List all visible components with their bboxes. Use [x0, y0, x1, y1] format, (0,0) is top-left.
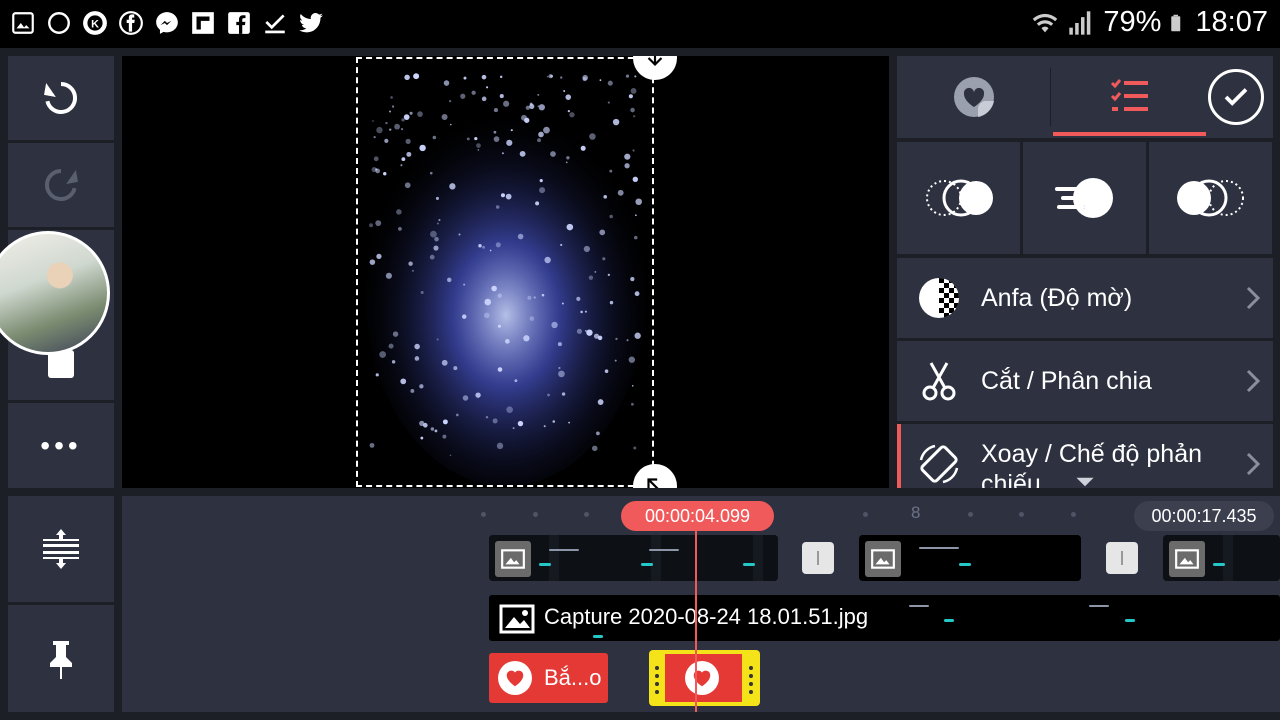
- image-icon: [499, 604, 535, 639]
- battery-icon: [1171, 14, 1181, 31]
- status-right: 79% 18:07: [1031, 6, 1268, 39]
- menu-alpha[interactable]: Anfa (Độ mờ): [897, 258, 1273, 338]
- menu-trim-split[interactable]: Cắt / Phân chia: [897, 341, 1273, 421]
- tab-divider: [1050, 68, 1051, 126]
- tab-sticker[interactable]: [897, 56, 1050, 138]
- svg-text:K: K: [91, 18, 99, 30]
- image-layer-clip[interactable]: Capture 2020-08-24 18.01.51.jpg: [489, 595, 1280, 641]
- tab-options[interactable]: [1053, 56, 1206, 138]
- image-clip-icon: [495, 541, 531, 577]
- chevron-right-icon: [1246, 286, 1261, 310]
- image-clip-icon: [1169, 541, 1205, 577]
- menu-alpha-label: Anfa (Độ mờ): [981, 284, 1133, 312]
- undo-icon: [44, 82, 77, 114]
- more-button[interactable]: •••: [8, 403, 114, 488]
- timeline[interactable]: 8 00:00:04.099 00:00:17.435 Capture 2020…: [122, 496, 1280, 712]
- messenger-icon: [154, 10, 180, 36]
- video-clip-3[interactable]: [1163, 535, 1280, 581]
- motion-icon: [1054, 178, 1113, 218]
- chevron-right-icon: [1246, 369, 1261, 393]
- notification-icons: K: [10, 10, 324, 36]
- options-list-icon: [1110, 79, 1148, 111]
- out-animation-button[interactable]: [1149, 142, 1272, 254]
- status-bar: K 79% 18:07: [0, 0, 1280, 48]
- timeline-expand-button[interactable]: [8, 496, 114, 602]
- fade-out-icon: [1176, 179, 1244, 217]
- tick-dot: [1071, 512, 1076, 517]
- sticker-label: Bắ...o: [544, 665, 602, 690]
- tick-dot: [533, 512, 538, 517]
- redo-icon: [45, 169, 78, 201]
- checkmark-icon: [1224, 88, 1248, 106]
- sticker-layer-clip-selected[interactable]: [649, 650, 760, 706]
- rotate-icon: [919, 444, 959, 484]
- timeline-expand-icon: [43, 529, 79, 569]
- arrow-diagonal-icon: [647, 478, 659, 488]
- flipboard-icon: [190, 10, 216, 36]
- tick-label: 8: [911, 503, 921, 522]
- twitter-icon: [298, 10, 324, 36]
- sticker-heart-icon: [685, 661, 719, 695]
- tick-dot: [968, 512, 973, 517]
- scroll-down-arrow-icon: [1076, 477, 1094, 487]
- sticker-heart-icon: [953, 77, 994, 117]
- menu-trim-label: Cắt / Phân chia: [981, 367, 1152, 395]
- tab-active-indicator: [1053, 132, 1206, 136]
- sticker-heart-icon: [498, 661, 532, 695]
- transition-button-1[interactable]: [802, 542, 834, 574]
- clock: 18:07: [1195, 6, 1268, 38]
- current-timecode: 00:00:04.099: [621, 501, 774, 531]
- scissors-icon: [922, 362, 956, 401]
- fade-in-icon: [925, 179, 993, 217]
- alpha-icon: [919, 278, 959, 318]
- gallery-icon: [10, 10, 36, 36]
- done-button[interactable]: [1208, 69, 1264, 125]
- menu-rotate-mirror[interactable]: Xoay / Chế độ phản chiếu: [897, 424, 1273, 488]
- wifi-icon: [1033, 13, 1058, 32]
- pin-icon: [50, 640, 72, 679]
- tick-dot: [863, 512, 868, 517]
- in-animation-button[interactable]: [897, 142, 1020, 254]
- kinemaster-icon: K: [82, 10, 108, 36]
- video-preview[interactable]: [122, 56, 889, 488]
- sticker-layer-clip[interactable]: Bắ...o: [489, 653, 608, 703]
- playhead[interactable]: [695, 530, 697, 712]
- circle-icon: [46, 10, 72, 36]
- undo-button[interactable]: [8, 56, 114, 140]
- tick-dot: [481, 512, 486, 517]
- transition-button-2[interactable]: [1106, 542, 1138, 574]
- overall-animation-button[interactable]: [1023, 142, 1146, 254]
- more-dots-icon: •••: [40, 429, 82, 461]
- facebook-icon: [118, 10, 144, 36]
- arrow-down-icon: [647, 56, 663, 67]
- facebook-square-icon: [226, 10, 252, 36]
- menu-rotate-label: Xoay / Chế độ phản chiếu: [981, 440, 1202, 488]
- redo-button[interactable]: [8, 143, 114, 227]
- video-clip-2[interactable]: [859, 535, 1081, 581]
- selected-indicator: [897, 424, 901, 488]
- image-layer-label: Capture 2020-08-24 18.01.51.jpg: [544, 604, 869, 629]
- tick-dot: [584, 512, 589, 517]
- end-timecode: 00:00:17.435: [1134, 501, 1274, 531]
- pin-button[interactable]: [8, 605, 114, 712]
- selection-box[interactable]: [356, 57, 654, 487]
- download-done-icon: [262, 10, 288, 36]
- image-clip-icon: [865, 541, 901, 577]
- options-panel: Anfa (Độ mờ) Cắt / Phân chia Xoay / Chế …: [897, 56, 1273, 488]
- chevron-right-icon: [1246, 452, 1261, 476]
- panel-tabs: [897, 56, 1273, 138]
- signal-icon: [1069, 10, 1091, 35]
- battery-percent: 79%: [1103, 6, 1162, 38]
- tick-dot: [1019, 512, 1024, 517]
- video-clip-1[interactable]: [489, 535, 778, 581]
